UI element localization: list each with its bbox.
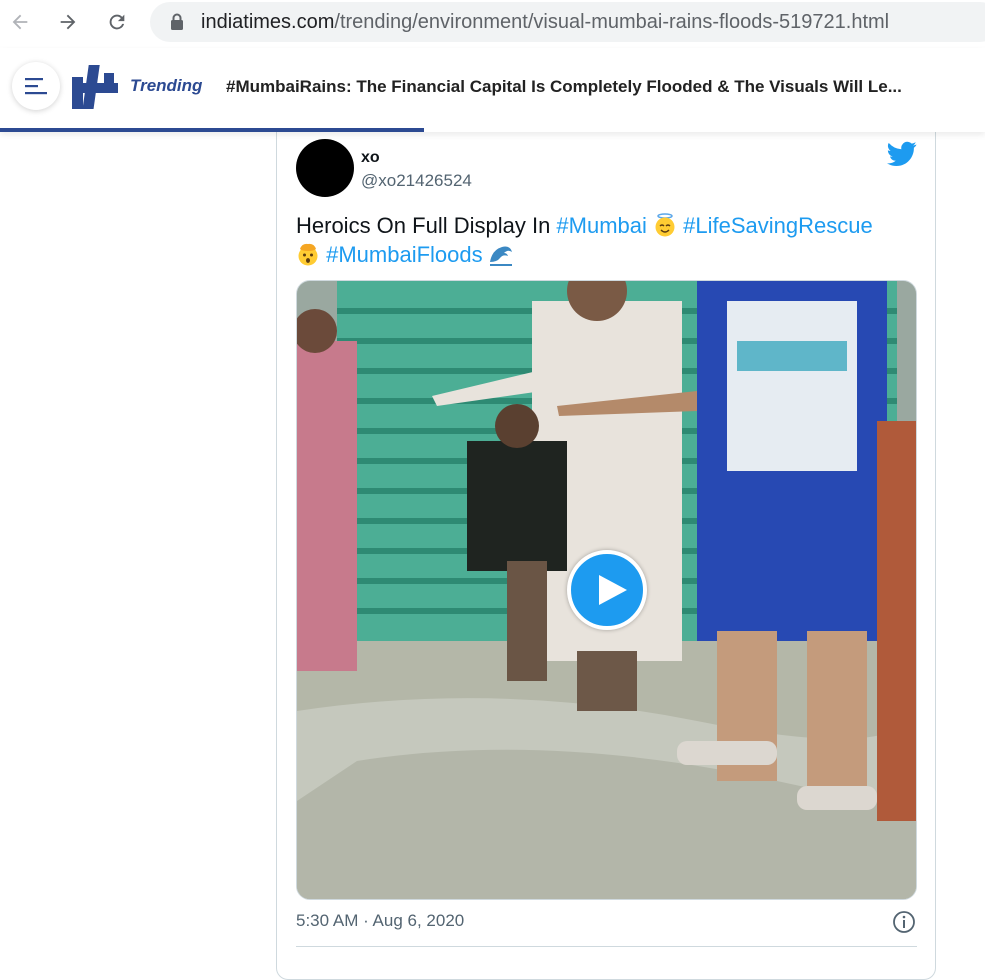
section-label[interactable]: Trending bbox=[130, 76, 202, 96]
hashtag-lifesavingrescue[interactable]: #LifeSavingRescue bbox=[683, 213, 873, 238]
avatar[interactable] bbox=[296, 139, 354, 197]
forward-button[interactable] bbox=[52, 6, 84, 38]
water-wave-icon bbox=[489, 246, 512, 266]
reload-icon bbox=[109, 14, 125, 30]
smiling-face-with-halo-icon bbox=[655, 213, 675, 237]
back-button[interactable] bbox=[4, 6, 36, 38]
reading-progress-fill bbox=[0, 128, 424, 132]
tweet-embed: xo @xo21426524 Heroics On Full Display I… bbox=[276, 120, 936, 980]
forward-arrow-icon bbox=[60, 14, 76, 30]
twitter-bird-icon[interactable] bbox=[887, 141, 917, 167]
reading-progress-bar bbox=[0, 128, 985, 132]
tweet-timestamp[interactable]: 5:30 AM · Aug 6, 2020 bbox=[296, 911, 464, 931]
hashtag-mumbai[interactable]: #Mumbai bbox=[556, 213, 646, 238]
play-button[interactable] bbox=[567, 550, 647, 630]
indiatimes-logo[interactable] bbox=[70, 63, 120, 109]
url-host: indiatimes.com bbox=[201, 11, 335, 33]
tweet-display-name[interactable]: xo bbox=[361, 149, 380, 167]
site-header: Trending #MumbaiRains: The Financial Cap… bbox=[0, 48, 985, 132]
address-bar[interactable]: indiatimes.com/trending/environment/visu… bbox=[150, 2, 985, 42]
article-headline: #MumbaiRains: The Financial Capital Is C… bbox=[226, 77, 902, 96]
url-path: /trending/environment/visual-mumbai-rain… bbox=[334, 11, 890, 33]
url-text: indiatimes.com/trending/environment/visu… bbox=[201, 11, 889, 34]
play-icon bbox=[599, 575, 627, 605]
tweet-handle[interactable]: @xo21426524 bbox=[361, 171, 472, 191]
menu-button[interactable] bbox=[12, 62, 60, 110]
tweet-divider bbox=[296, 946, 917, 947]
hamburger-menu-icon bbox=[25, 78, 47, 95]
lock-icon bbox=[171, 13, 183, 30]
back-arrow-icon bbox=[12, 14, 28, 30]
browser-toolbar: indiatimes.com/trending/environment/visu… bbox=[0, 0, 985, 45]
hashtag-mumbaifloods[interactable]: #MumbaiFloods bbox=[326, 242, 483, 267]
tweet-video[interactable] bbox=[296, 280, 917, 900]
exploding-head-icon bbox=[298, 243, 318, 266]
info-icon[interactable] bbox=[892, 910, 916, 934]
reload-button[interactable] bbox=[101, 6, 133, 38]
tweet-text: Heroics On Full Display In #Mumbai #Life… bbox=[296, 211, 916, 269]
tweet-text-plain: Heroics On Full Display In bbox=[296, 213, 557, 238]
